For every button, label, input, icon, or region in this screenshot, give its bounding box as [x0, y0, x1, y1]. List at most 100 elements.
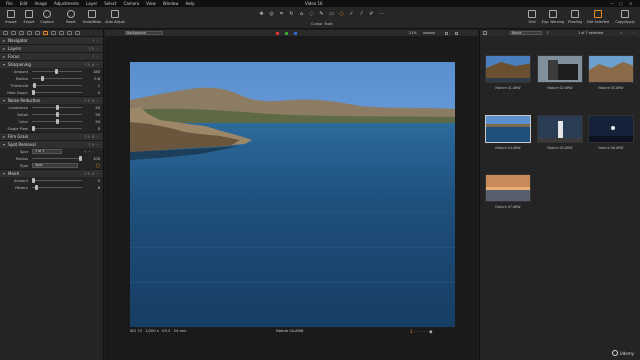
- rating-stars[interactable]: ·····: [555, 91, 565, 95]
- maximize-icon[interactable]: ▢: [619, 1, 623, 6]
- pan-tool-icon[interactable]: ✥: [258, 11, 265, 18]
- color-picker-icon[interactable]: ✓: [348, 11, 355, 18]
- slider-knob[interactable]: [41, 76, 45, 81]
- tab-metadata-icon[interactable]: [59, 31, 64, 35]
- slider-knob[interactable]: [32, 126, 35, 131]
- rating-stars[interactable]: 1 · · · · · · ◼: [410, 329, 432, 334]
- section-spot-removal[interactable]: ▾ Spot Removal ? ↺ ⋯: [0, 140, 103, 148]
- slider-track[interactable]: [32, 78, 82, 79]
- green-channel-icon[interactable]: [285, 32, 288, 35]
- thumbnail-selected[interactable]: Nature 04.ARW ·····: [484, 115, 532, 155]
- tab-output-icon[interactable]: [67, 31, 72, 35]
- section-layers[interactable]: ▸ Layers ? ✎ ⋯: [0, 44, 103, 52]
- section-menu-icon[interactable]: ? ✎ ↺ ⋯: [84, 172, 99, 176]
- fit-icon[interactable]: [445, 32, 448, 35]
- edit-selected-button[interactable]: Edit Selected: [587, 10, 609, 24]
- slider-knob[interactable]: [34, 185, 38, 190]
- browser-menu-icon[interactable]: ⋯: [630, 30, 634, 35]
- section-menu-icon[interactable]: ? ✎ ↺ ⋯: [84, 99, 99, 103]
- section-menu-icon[interactable]: ? ↺ ⋯: [88, 143, 99, 147]
- tab-adjustments-icon[interactable]: [51, 31, 56, 35]
- wb-picker-icon[interactable]: ⁄: [358, 11, 365, 18]
- sort-select[interactable]: Name: [510, 31, 542, 35]
- slider-value[interactable]: 180: [86, 70, 100, 74]
- slider-value[interactable]: 0: [86, 179, 100, 183]
- tab-exposure-icon[interactable]: [35, 31, 40, 35]
- slider-track[interactable]: [32, 187, 82, 188]
- slider-knob[interactable]: [55, 119, 59, 124]
- rating-stars[interactable]: ·····: [503, 91, 513, 95]
- rating-stars[interactable]: ·····: [606, 151, 616, 155]
- brush-tool-icon[interactable]: ✎: [318, 11, 325, 18]
- menu-adjustments[interactable]: Adjustments: [54, 1, 79, 6]
- section-focus[interactable]: ▸ Focus ? ⋯: [0, 52, 103, 60]
- section-menu-icon[interactable]: ? ✎ ↺ ⋯: [84, 135, 99, 139]
- tab-library-icon[interactable]: [3, 31, 8, 35]
- red-channel-icon[interactable]: [276, 32, 279, 35]
- section-navigator[interactable]: ▸ Navigator ? ⋯: [0, 36, 103, 44]
- slider-track[interactable]: [32, 92, 82, 93]
- radius-slider-track[interactable]: [32, 158, 82, 159]
- menu-edit[interactable]: Edit: [20, 1, 28, 6]
- slider-track[interactable]: [32, 128, 82, 129]
- loupe-tool-icon[interactable]: ◎: [268, 11, 275, 18]
- slider-track[interactable]: [32, 85, 82, 86]
- proofing-button[interactable]: Proofing: [564, 10, 586, 24]
- section-noise-reduction[interactable]: ▾ Noise Reduction ? ✎ ↺ ⋯: [0, 96, 103, 104]
- search-icon[interactable]: ⌕: [620, 30, 622, 35]
- menu-camera[interactable]: Camera: [124, 1, 140, 6]
- slider-value[interactable]: 1: [86, 84, 100, 88]
- thumbnail[interactable]: Nature 06.ARW ·····: [587, 115, 635, 155]
- rating-stars[interactable]: ·····: [606, 91, 616, 95]
- tab-color-icon[interactable]: [27, 31, 32, 35]
- section-sharpening[interactable]: ▾ Sharpening ? ✎ ↺ ⋯: [0, 60, 103, 68]
- zoom-level[interactable]: 21%: [409, 31, 417, 35]
- spot-select[interactable]: 1 of 1: [32, 149, 62, 154]
- menu-layer[interactable]: Layer: [86, 1, 97, 6]
- radius-slider-knob[interactable]: [79, 156, 82, 161]
- slider-value[interactable]: 0.8: [86, 77, 100, 81]
- blue-channel-icon[interactable]: [294, 32, 297, 35]
- thumbnail[interactable]: Nature 07.ARW ·····: [484, 174, 532, 214]
- slider-knob[interactable]: [55, 105, 59, 110]
- slider-value[interactable]: 50: [86, 113, 100, 117]
- spot-removal-tool-icon[interactable]: ○: [338, 11, 345, 18]
- view-mode-icon[interactable]: [483, 31, 487, 35]
- tab-lens-icon[interactable]: [19, 31, 24, 35]
- undo-redo-button[interactable]: Undo/Redo: [81, 10, 103, 24]
- tab-batch-icon[interactable]: [75, 31, 80, 35]
- background-select[interactable]: Background: [125, 31, 163, 35]
- slider-knob[interactable]: [32, 178, 35, 183]
- rotate-tool-icon[interactable]: ↻: [288, 11, 295, 18]
- grid-button[interactable]: Grid: [521, 10, 543, 24]
- slider-value[interactable]: 0: [86, 91, 100, 95]
- section-menu-icon[interactable]: ? ✎ ⋯: [88, 47, 99, 51]
- minimize-icon[interactable]: —: [610, 1, 614, 6]
- more-tools-icon[interactable]: ⋯: [378, 11, 385, 18]
- spot-tool-icon[interactable]: ○: [86, 163, 100, 169]
- crop-tool-icon[interactable]: ⌗: [278, 11, 285, 18]
- sort-direction-icon[interactable]: ↕: [546, 30, 549, 35]
- thumbnail[interactable]: Nature 02.ARW ·····: [536, 55, 584, 95]
- section-film-grain[interactable]: ▸ Film Grain ? ✎ ↺ ⋯: [0, 132, 103, 140]
- section-menu-icon[interactable]: ? ✎ ↺ ⋯: [84, 63, 99, 67]
- spot-tool-icon[interactable]: ◌: [308, 11, 315, 18]
- slider-knob[interactable]: [54, 69, 58, 74]
- rating-stars[interactable]: ·····: [503, 151, 513, 155]
- rating-stars[interactable]: ·····: [503, 210, 513, 214]
- menu-help[interactable]: Help: [186, 1, 195, 6]
- menu-window[interactable]: Window: [163, 1, 179, 6]
- slider-knob[interactable]: [32, 90, 35, 95]
- tab-capture-icon[interactable]: [11, 31, 16, 35]
- fullscreen-icon[interactable]: [455, 32, 458, 35]
- slider-track[interactable]: [32, 180, 82, 181]
- annotate-tool-icon[interactable]: ✐: [368, 11, 375, 18]
- rating-stars[interactable]: ·····: [555, 151, 565, 155]
- type-select[interactable]: Spot: [32, 163, 78, 168]
- section-moire[interactable]: ▾ Moiré ? ✎ ↺ ⋯: [0, 169, 103, 177]
- section-menu-icon[interactable]: ? ⋯: [93, 55, 99, 59]
- thumbnail[interactable]: Nature 05.ARW ·····: [536, 115, 584, 155]
- main-photo[interactable]: [130, 62, 455, 327]
- exposure-warning-button[interactable]: Exp. Warning: [542, 10, 564, 24]
- menu-view[interactable]: View: [146, 1, 156, 6]
